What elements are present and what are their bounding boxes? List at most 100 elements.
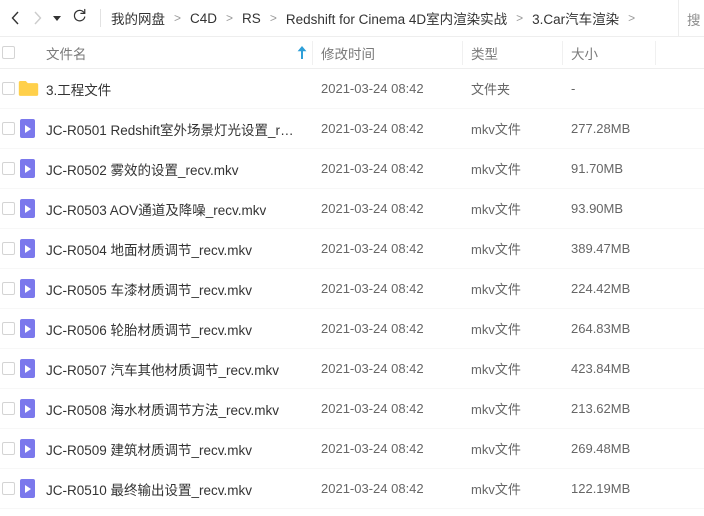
file-name[interactable]: JC-R0508 海水材质调节方法_recv.mkv (46, 399, 279, 419)
file-size: 224.42MB (571, 281, 631, 296)
refresh-icon (72, 8, 87, 28)
file-name[interactable]: JC-R0503 AOV通道及降噪_recv.mkv (46, 199, 266, 219)
file-mtime: 2021-03-24 08:42 (321, 161, 424, 176)
file-mtime: 2021-03-24 08:42 (321, 121, 424, 136)
row-checkbox[interactable] (2, 82, 16, 96)
row-checkbox[interactable] (2, 442, 16, 456)
table-row[interactable]: JC-R0507 汽车其他材质调节_recv.mkv 2021-03-24 08:… (0, 349, 704, 389)
table-row[interactable]: JC-R0502 雾效的设置_recv.mkv 2021-03-24 08:42 m… (0, 149, 704, 189)
table-row[interactable]: JC-R0503 AOV通道及降噪_recv.mkv 2021-03-24 08:… (0, 189, 704, 229)
file-size: 423.84MB (571, 361, 631, 376)
breadcrumb-separator: > (516, 11, 524, 25)
chevron-right-icon (33, 11, 42, 25)
breadcrumb-separator: > (226, 11, 234, 25)
file-name[interactable]: 3.工程文件 (46, 79, 111, 99)
file-size: 93.90MB (571, 201, 624, 216)
chevron-left-icon (11, 11, 20, 25)
refresh-button[interactable] (66, 6, 92, 30)
video-file-icon (18, 479, 39, 500)
file-size: 277.28MB (571, 121, 631, 136)
table-row[interactable]: JC-R0510 最终输出设置_recv.mkv 2021-03-24 08:42… (0, 469, 704, 509)
file-size: 213.62MB (571, 401, 631, 416)
column-divider (655, 41, 656, 65)
breadcrumb-item-3[interactable]: Redshift for Cinema 4D室内渲染实战 (284, 8, 509, 28)
video-file-icon (18, 119, 39, 140)
file-name[interactable]: JC-R0504 地面材质调节_recv.mkv (46, 239, 252, 259)
breadcrumb-separator: > (269, 11, 277, 25)
breadcrumb-separator: > (628, 11, 636, 25)
breadcrumb-item-1[interactable]: C4D (188, 11, 219, 26)
file-name[interactable]: JC-R0506 轮胎材质调节_recv.mkv (46, 319, 252, 339)
video-file-icon (18, 159, 39, 180)
file-name[interactable]: JC-R0502 雾效的设置_recv.mkv (46, 159, 239, 179)
column-divider (562, 41, 563, 65)
arrow-up-icon[interactable] (297, 46, 307, 60)
search-box[interactable]: 搜 (678, 0, 704, 36)
column-divider (462, 41, 463, 65)
row-checkbox[interactable] (2, 482, 16, 496)
file-size: 264.83MB (571, 321, 631, 336)
folder-icon (18, 80, 39, 101)
file-size: 122.19MB (571, 481, 631, 496)
row-checkbox[interactable] (2, 402, 16, 416)
toolbar-divider (100, 9, 101, 27)
back-button[interactable] (4, 6, 26, 30)
column-header-mtime[interactable]: 修改时间 (321, 43, 375, 63)
breadcrumb-item-2[interactable]: RS (240, 11, 263, 26)
row-checkbox[interactable] (2, 122, 16, 136)
table-row[interactable]: JC-R0509 建筑材质调节_recv.mkv 2021-03-24 08:42… (0, 429, 704, 469)
breadcrumb-separator: > (174, 11, 182, 25)
history-dropdown-button[interactable] (48, 6, 66, 30)
file-mtime: 2021-03-24 08:42 (321, 281, 424, 296)
file-name[interactable]: JC-R0510 最终输出设置_recv.mkv (46, 479, 252, 499)
file-mtime: 2021-03-24 08:42 (321, 441, 424, 456)
video-file-icon (18, 239, 39, 260)
file-type: mkv文件 (471, 282, 521, 297)
row-checkbox[interactable] (2, 282, 16, 296)
video-file-icon (18, 279, 39, 300)
row-checkbox[interactable] (2, 362, 16, 376)
table-row[interactable]: JC-R0504 地面材质调节_recv.mkv 2021-03-24 08:42… (0, 229, 704, 269)
file-type: mkv文件 (471, 442, 521, 457)
row-checkbox[interactable] (2, 322, 16, 336)
file-type: mkv文件 (471, 162, 521, 177)
file-name[interactable]: JC-R0509 建筑材质调节_recv.mkv (46, 439, 252, 459)
video-file-icon (18, 439, 39, 460)
file-mtime: 2021-03-24 08:42 (321, 241, 424, 256)
file-type: mkv文件 (471, 402, 521, 417)
file-type: mkv文件 (471, 362, 521, 377)
caret-down-icon (53, 15, 61, 21)
file-size: 389.47MB (571, 241, 631, 256)
table-row[interactable]: JC-R0508 海水材质调节方法_recv.mkv 2021-03-24 08:… (0, 389, 704, 429)
row-checkbox[interactable] (2, 202, 16, 216)
file-mtime: 2021-03-24 08:42 (321, 401, 424, 416)
file-type: mkv文件 (471, 322, 521, 337)
video-file-icon (18, 399, 39, 420)
file-type: 文件夹 (471, 82, 511, 97)
file-type: mkv文件 (471, 242, 521, 257)
file-list[interactable]: 3.工程文件 2021-03-24 08:42 文件夹 - JC-R0501 Redsh… (0, 69, 704, 516)
table-row[interactable]: JC-R0505 车漆材质调节_recv.mkv 2021-03-24 08:42… (0, 269, 704, 309)
search-label: 搜 (687, 12, 701, 28)
breadcrumb: 我的网盘 > C4D > RS > Redshift for Cinema 4D… (109, 8, 704, 28)
column-header-name[interactable]: 文件名 (46, 43, 87, 63)
file-size: 91.70MB (571, 161, 624, 176)
file-type: mkv文件 (471, 482, 521, 497)
file-name[interactable]: JC-R0505 车漆材质调节_recv.mkv (46, 279, 252, 299)
file-name[interactable]: JC-R0507 汽车其他材质调节_recv.mkv (46, 359, 279, 379)
breadcrumb-item-4[interactable]: 3.Car汽车渲染 (530, 8, 621, 28)
video-file-icon (18, 319, 39, 340)
table-row[interactable]: JC-R0501 Redshift室外场景灯光设置_recv.... 2021-0… (0, 109, 704, 149)
breadcrumb-item-0[interactable]: 我的网盘 (109, 8, 167, 28)
row-checkbox[interactable] (2, 242, 16, 256)
column-header-size[interactable]: 大小 (571, 43, 598, 63)
table-row[interactable]: JC-R0506 轮胎材质调节_recv.mkv 2021-03-24 08:42… (0, 309, 704, 349)
column-header-type[interactable]: 类型 (471, 43, 498, 63)
video-file-icon (18, 359, 39, 380)
file-name[interactable]: JC-R0501 Redshift室外场景灯光设置_recv.... (46, 119, 301, 139)
row-checkbox[interactable] (2, 162, 16, 176)
table-row[interactable]: 3.工程文件 2021-03-24 08:42 文件夹 - (0, 69, 704, 109)
forward-button[interactable] (26, 6, 48, 30)
select-all-checkbox[interactable] (2, 46, 16, 60)
file-mtime: 2021-03-24 08:42 (321, 201, 424, 216)
